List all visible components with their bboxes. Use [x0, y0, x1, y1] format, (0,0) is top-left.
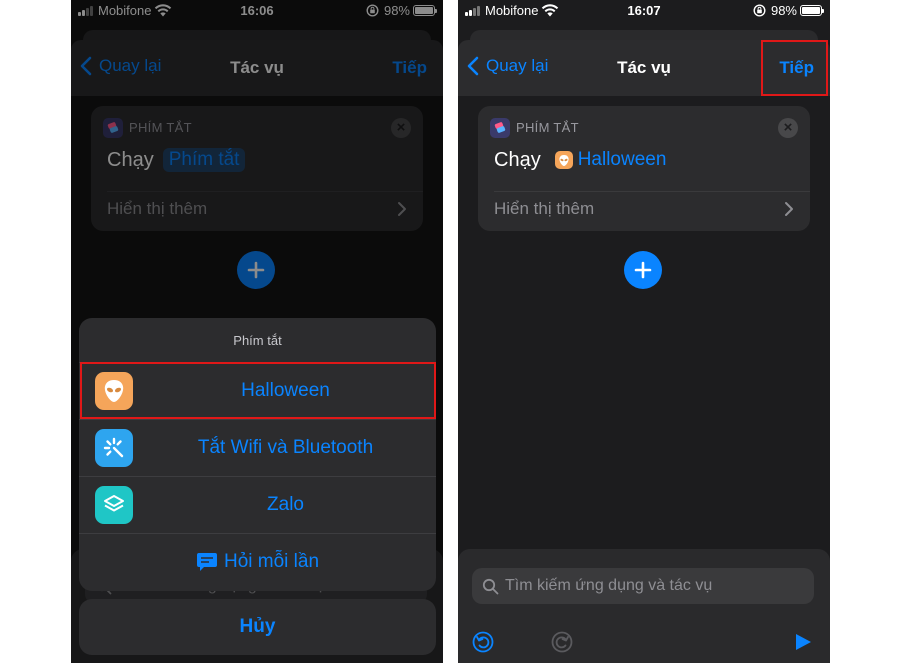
sheet-item-label: Halloween [241, 380, 330, 401]
sheet-item-zalo[interactable]: Zalo [79, 476, 436, 532]
shortcut-parameter-token[interactable]: Halloween [554, 148, 673, 172]
search-box[interactable] [472, 568, 814, 604]
status-bar: Mobifone 16:07 98% [458, 0, 830, 22]
navigation-bar: Quay lại Tác vụ Tiếp [458, 40, 830, 96]
redo-icon[interactable] [551, 631, 573, 653]
search-icon [482, 578, 499, 594]
play-icon[interactable] [792, 631, 814, 653]
show-more-row[interactable]: Hiển thị thêm [494, 199, 794, 219]
run-row: Chạy Halloween [494, 148, 672, 172]
remove-action-button[interactable]: × [778, 118, 798, 138]
sheet-item-label: Tắt Wifi và Bluetooth [197, 437, 374, 458]
action-search-panel [458, 549, 830, 663]
ask-each-time-row: Hỏi mỗi lần [79, 551, 436, 573]
chevron-right-icon [785, 202, 793, 216]
battery-percent: 98% [770, 3, 797, 18]
chat-bubble-icon [196, 553, 217, 571]
undo-icon[interactable] [472, 631, 494, 653]
sheet-item-halloween[interactable]: Halloween [79, 362, 436, 418]
sheet-item-label: Hỏi mỗi lần [223, 551, 320, 572]
rotation-lock-icon [753, 4, 766, 17]
phone-screen-left: Mobifone 16:06 98% Quay lại Tác vụ Tiếp … [71, 0, 443, 663]
close-icon: × [783, 119, 793, 136]
phone-screen-right: Mobifone 16:07 98% Quay lại Tác vụ Tiếp … [458, 0, 830, 663]
page-title: Tác vụ [617, 58, 671, 77]
sheet-item-wifi-bluetooth[interactable]: Tắt Wifi và Bluetooth [79, 419, 436, 475]
sheet-item-ask-each-time[interactable]: Hỏi mỗi lần [79, 533, 436, 589]
divider [494, 191, 810, 192]
run-shortcut-action-card: PHÍM TẮT × Chạy Halloween Hiển thị thêm [478, 106, 810, 231]
run-label: Chạy [494, 148, 541, 171]
battery-icon [800, 5, 824, 16]
add-action-button[interactable] [624, 251, 662, 289]
next-button[interactable]: Tiếp [779, 58, 814, 78]
shortcut-picker-sheet: Phím tắt Halloween Tắt Wifi và Bluetooth… [79, 318, 436, 591]
shortcuts-app-icon [490, 118, 510, 138]
plus-icon [634, 261, 652, 279]
token-label: Halloween [577, 149, 667, 170]
action-app-label: PHÍM TẮT [516, 120, 579, 135]
show-more-label: Hiển thị thêm [494, 199, 595, 218]
search-input[interactable] [505, 577, 814, 595]
sheet-item-label: Zalo [267, 494, 304, 515]
alien-icon [554, 151, 573, 169]
cancel-button[interactable]: Hủy [79, 599, 436, 655]
sheet-title: Phím tắt [233, 333, 282, 348]
